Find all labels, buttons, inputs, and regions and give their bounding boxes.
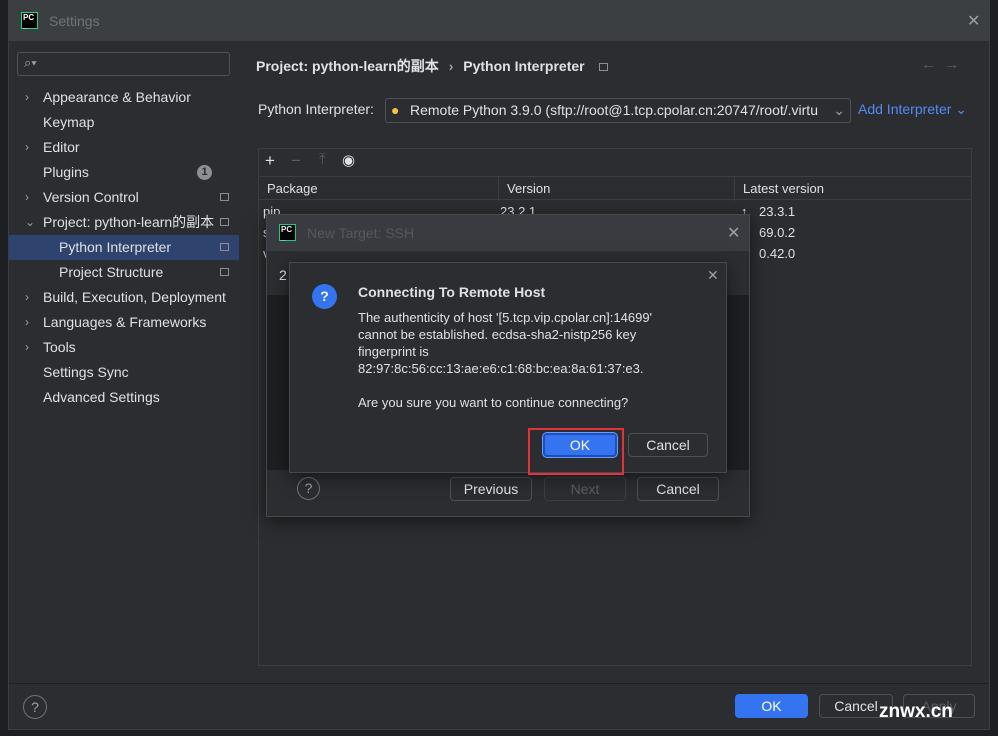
pin-icon <box>598 63 608 71</box>
pycharm-logo-icon: PC _ <box>21 12 38 30</box>
sidebar-item[interactable]: Python Interpreter <box>9 235 239 260</box>
column-latest[interactable]: Latest version <box>735 177 971 201</box>
sidebar-item[interactable]: › Editor <box>9 135 239 160</box>
sidebar-item-label: Appearance & Behavior <box>43 89 191 105</box>
sidebar-item-label: Editor <box>43 139 80 155</box>
search-icon: ⌕▾ <box>24 55 37 70</box>
ssh-title-bar: PC _ New Target: SSH ✕ <box>267 215 749 251</box>
pin-icon <box>220 218 229 226</box>
help-icon[interactable]: ? <box>297 477 320 500</box>
pin-icon <box>220 193 229 201</box>
sidebar-item-label: Plugins <box>43 164 89 180</box>
chevron-right-icon[interactable]: › <box>25 285 29 310</box>
package-latest: 23.3.1 <box>759 204 796 219</box>
remove-package-icon[interactable]: − <box>291 151 301 171</box>
chevron-right-icon[interactable]: › <box>25 310 29 335</box>
sidebar-item[interactable]: Advanced Settings <box>9 385 239 410</box>
sidebar-item-label: Version Control <box>43 189 139 205</box>
chevron-right-icon[interactable]: › <box>25 85 29 110</box>
dialog-title: Connecting To Remote Host <box>358 284 546 300</box>
sidebar-item[interactable]: › Tools <box>9 335 239 360</box>
interpreter-value: Remote Python 3.9.0 (sftp://root@1.tcp.c… <box>410 102 818 118</box>
column-package[interactable]: Package <box>259 177 499 201</box>
ssh-dialog-title: New Target: SSH <box>307 225 415 241</box>
package-latest: 0.42.0 <box>759 246 796 261</box>
confirm-ok-button[interactable]: OK <box>543 433 617 457</box>
dialog-message: The authenticity of host '[5.tcp.vip.cpo… <box>358 310 653 410</box>
sidebar-item[interactable]: ⌄ Project: python-learn的副本 <box>9 210 239 235</box>
sidebar-item[interactable]: Plugins 1 <box>9 160 239 185</box>
help-icon[interactable]: ? <box>23 695 47 719</box>
sidebar-item-label: Languages & Frameworks <box>43 314 207 330</box>
watermark: znwx.cn <box>879 701 953 722</box>
footer-divider <box>9 683 989 684</box>
package-latest: 69.0.2 <box>759 225 796 240</box>
column-version[interactable]: Version <box>499 177 735 201</box>
sidebar-item-label: Python Interpreter <box>59 239 172 255</box>
update-badge: 1 <box>197 165 212 180</box>
breadcrumb: Project: python-learn的副本 › Python Interp… <box>256 56 608 76</box>
close-icon[interactable]: ✕ <box>967 11 980 31</box>
pin-icon <box>220 268 229 276</box>
sidebar-item[interactable]: Settings Sync <box>9 360 239 385</box>
chevron-down-icon: ⌄ <box>833 99 845 122</box>
interpreter-label: Python Interpreter: <box>258 101 374 117</box>
question-icon: ? <box>312 284 337 309</box>
sidebar-item-label: Keymap <box>43 114 95 130</box>
python-icon: ● <box>391 102 400 118</box>
sidebar-item[interactable]: Project Structure <box>9 260 239 285</box>
previous-button[interactable]: Previous <box>450 477 532 501</box>
sidebar-item[interactable]: › Appearance & Behavior <box>9 85 239 110</box>
connecting-dialog: ✕ ? Connecting To Remote Host The authen… <box>289 262 727 475</box>
pycharm-logo-icon: PC _ <box>279 224 296 242</box>
title-bar: PC _ Settings ✕ <box>9 1 989 41</box>
breadcrumb-parent[interactable]: Project: python-learn的副本 <box>256 58 439 74</box>
breadcrumb-separator: › <box>448 58 454 74</box>
sidebar-item[interactable]: Keymap <box>9 110 239 135</box>
add-package-icon[interactable]: + <box>265 151 275 171</box>
pin-icon <box>220 243 229 251</box>
sidebar-item-label: Project Structure <box>59 264 164 280</box>
close-icon[interactable]: ✕ <box>727 223 740 243</box>
window-title: Settings <box>49 13 100 29</box>
confirm-cancel-button[interactable]: Cancel <box>628 433 708 457</box>
sidebar-item[interactable]: › Languages & Frameworks <box>9 310 239 335</box>
ok-button[interactable]: OK <box>735 694 808 718</box>
table-header: Package Version Latest version <box>259 176 971 201</box>
sidebar-item[interactable]: › Version Control <box>9 185 239 210</box>
chevron-right-icon[interactable]: › <box>25 335 29 360</box>
breadcrumb-current: Python Interpreter <box>463 58 585 74</box>
add-interpreter-link[interactable]: Add Interpreter ⌄ <box>858 101 967 118</box>
interpreter-select[interactable]: ● Remote Python 3.9.0 (sftp://root@1.tcp… <box>385 98 851 123</box>
sidebar-item-label: Advanced Settings <box>43 389 160 405</box>
next-button[interactable]: Next <box>544 477 626 501</box>
chevron-down-icon[interactable]: ⌄ <box>25 210 35 235</box>
settings-search-input[interactable]: ⌕▾ <box>17 52 230 76</box>
chevron-right-icon[interactable]: › <box>25 135 29 160</box>
sidebar-item-label: Tools <box>43 339 76 355</box>
sidebar-item-label: Project: python-learn的副本 <box>43 214 215 230</box>
ssh-cancel-button[interactable]: Cancel <box>637 477 719 501</box>
upgrade-package-icon[interactable]: ⤒ <box>319 151 326 168</box>
sidebar-item-label: Settings Sync <box>43 364 129 380</box>
step-indicator: 2 <box>279 267 287 283</box>
back-forward-arrows[interactable]: ← → <box>921 56 959 73</box>
sidebar-item[interactable]: › Build, Execution, Deployment <box>9 285 239 310</box>
eye-icon[interactable]: ◉ <box>342 151 355 169</box>
close-icon[interactable]: ✕ <box>707 267 719 284</box>
sidebar-item-label: Build, Execution, Deployment <box>43 289 226 305</box>
chevron-right-icon[interactable]: › <box>25 185 29 210</box>
